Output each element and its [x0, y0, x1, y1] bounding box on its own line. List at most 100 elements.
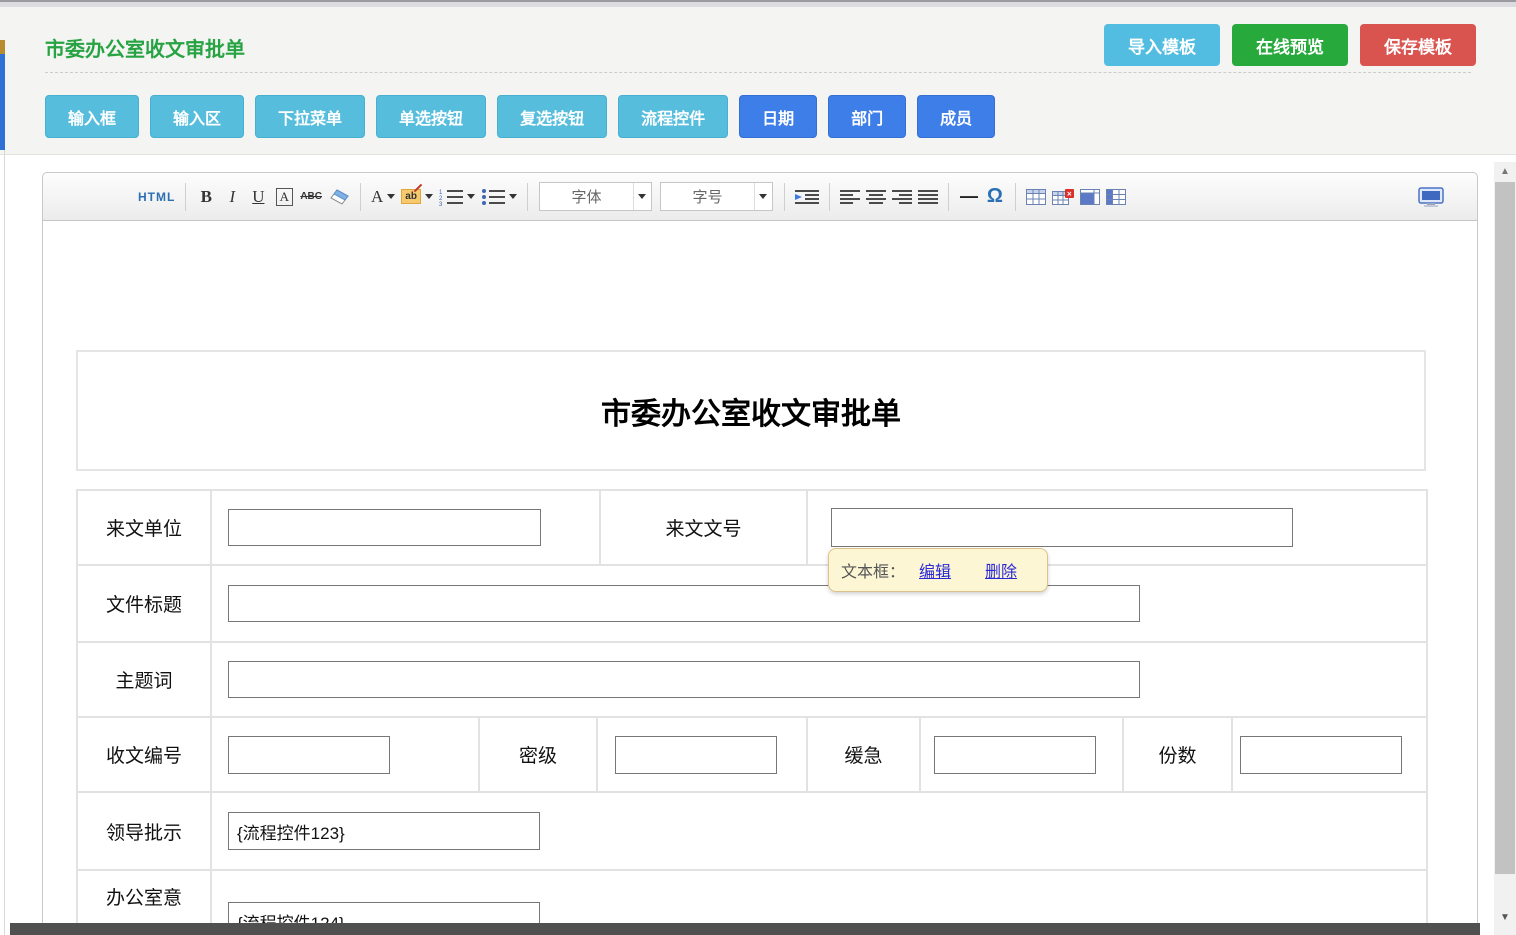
cell-source-unit-input [212, 491, 601, 566]
page-title: 市委办公室收文审批单 [45, 33, 245, 62]
form-table: 来文单位 来文文号 文件标题 [76, 489, 1428, 935]
special-character-button[interactable]: Ω [982, 182, 1008, 212]
edit-control-link[interactable]: 编辑 [919, 558, 951, 582]
insert-table-button[interactable] [1023, 182, 1049, 212]
component-button-department[interactable]: 部门 [828, 95, 906, 138]
fullscreen-preview-button[interactable] [1415, 182, 1447, 212]
chevron-down-icon [509, 194, 517, 199]
window-top-edge-light [0, 2, 1516, 7]
align-center-icon [866, 189, 886, 205]
component-button-radio[interactable]: 单选按钮 [376, 95, 486, 138]
urgency-input[interactable] [934, 736, 1096, 774]
import-template-button[interactable]: 导入模板 [1104, 24, 1220, 66]
chevron-down-icon [387, 194, 395, 199]
remove-format-eraser-button[interactable] [325, 182, 353, 212]
toolbar-separator [1015, 183, 1016, 211]
label-receipt-number: 收文编号 [78, 718, 212, 793]
font-family-select[interactable]: 字体 [539, 182, 652, 211]
online-preview-button[interactable]: 在线预览 [1232, 24, 1348, 66]
source-doc-number-input[interactable] [831, 508, 1293, 547]
table-row-leader-comments: 领导批示 [78, 793, 1428, 871]
chevron-down-icon [467, 194, 475, 199]
cell-copies-input [1233, 718, 1428, 793]
align-right-button[interactable] [889, 182, 915, 212]
align-center-button[interactable] [863, 182, 889, 212]
component-button-checkbox[interactable]: 复选按钮 [497, 95, 607, 138]
scroll-down-arrow-icon[interactable]: ▼ [1494, 912, 1516, 923]
toolbar-separator [185, 183, 186, 211]
source-unit-input[interactable] [228, 509, 541, 546]
italic-button[interactable]: I [219, 182, 245, 212]
security-level-input[interactable] [615, 736, 777, 774]
document-title-box: 市委办公室收文审批单 [76, 350, 1426, 471]
align-justify-icon [918, 189, 938, 205]
bordered-text-button[interactable]: A [276, 188, 293, 206]
cell-leader-comments-input [212, 793, 1428, 871]
component-button-member[interactable]: 成员 [917, 95, 995, 138]
chevron-down-icon [633, 183, 651, 210]
delete-table-icon: × [1052, 189, 1074, 205]
align-right-icon [892, 189, 912, 205]
leader-comments-input[interactable] [228, 812, 540, 850]
component-button-date[interactable]: 日期 [739, 95, 817, 138]
cell-keywords-input [212, 643, 1428, 718]
horizontal-rule-button[interactable]: — [956, 182, 982, 212]
delete-control-link[interactable]: 删除 [985, 558, 1017, 582]
component-button-input-box[interactable]: 输入框 [45, 95, 139, 138]
indent-button[interactable] [792, 182, 822, 212]
underline-button[interactable]: U [245, 182, 271, 212]
label-copies: 份数 [1124, 718, 1233, 793]
save-template-button[interactable]: 保存模板 [1360, 24, 1476, 66]
bullet-list-button[interactable] [478, 182, 520, 212]
table-row-receipt-info: 收文编号 密级 缓急 份数 [78, 718, 1428, 793]
font-size-select[interactable]: 字号 [660, 182, 773, 211]
scroll-up-arrow-icon[interactable]: ▲ [1494, 166, 1516, 177]
bullet-list-icon [481, 188, 505, 206]
component-button-flow-control[interactable]: 流程控件 [618, 95, 728, 138]
svg-text:3: 3 [439, 202, 443, 206]
numbered-list-icon: 1 2 3 [439, 188, 463, 206]
rich-text-editor: HTML B I U A ABC A ab [42, 172, 1478, 935]
toolbar-separator [829, 183, 830, 211]
text-color-button[interactable]: A [368, 182, 398, 212]
source-code-button[interactable]: HTML [135, 182, 178, 212]
cell-doc-title-input [212, 566, 1428, 643]
eraser-icon [328, 189, 350, 205]
strikethrough-button[interactable]: ABC [297, 182, 325, 212]
header-actions: 导入模板 在线预览 保存模板 [1104, 24, 1476, 66]
numbered-list-button[interactable]: 1 2 3 [436, 182, 478, 212]
bold-button[interactable]: B [193, 182, 219, 212]
keywords-input[interactable] [228, 661, 1140, 698]
monitor-icon [1418, 187, 1444, 207]
vertical-scrollbar[interactable]: ▲ ▼ [1494, 162, 1516, 935]
background-window-sliver-gold [0, 40, 5, 54]
label-doc-title: 文件标题 [78, 566, 212, 643]
scrollbar-thumb[interactable] [1495, 182, 1515, 874]
align-left-button[interactable] [837, 182, 863, 212]
row-properties-button[interactable] [1103, 182, 1129, 212]
label-urgency: 缓急 [808, 718, 921, 793]
cell-receipt-number-input [212, 718, 480, 793]
indent-icon [795, 189, 819, 205]
background-window-bottom-bar [10, 923, 1480, 935]
toolbar-separator [784, 183, 785, 211]
label-security-level: 密级 [480, 718, 598, 793]
label-source-doc-number: 来文文号 [601, 491, 808, 566]
copies-input[interactable] [1240, 736, 1402, 774]
align-justify-button[interactable] [915, 182, 941, 212]
delete-table-button[interactable]: × [1049, 182, 1077, 212]
component-button-dropdown[interactable]: 下拉菜单 [255, 95, 365, 138]
cell-properties-button[interactable] [1077, 182, 1103, 212]
chevron-down-icon [754, 183, 772, 210]
component-button-input-area[interactable]: 输入区 [150, 95, 244, 138]
cell-urgency-input [921, 718, 1124, 793]
table-row-doc-title: 文件标题 [78, 566, 1428, 643]
receipt-number-input[interactable] [228, 736, 390, 774]
svg-text:×: × [1067, 189, 1072, 198]
toolbar-separator [527, 183, 528, 211]
label-leader-comments: 领导批示 [78, 793, 212, 871]
highlight-icon: ab [401, 189, 421, 204]
editor-content[interactable]: 市委办公室收文审批单 来文单位 来文文号 文件标题 [43, 221, 1477, 935]
cell-properties-icon [1080, 189, 1100, 205]
highlight-color-button[interactable]: ab [398, 182, 436, 212]
